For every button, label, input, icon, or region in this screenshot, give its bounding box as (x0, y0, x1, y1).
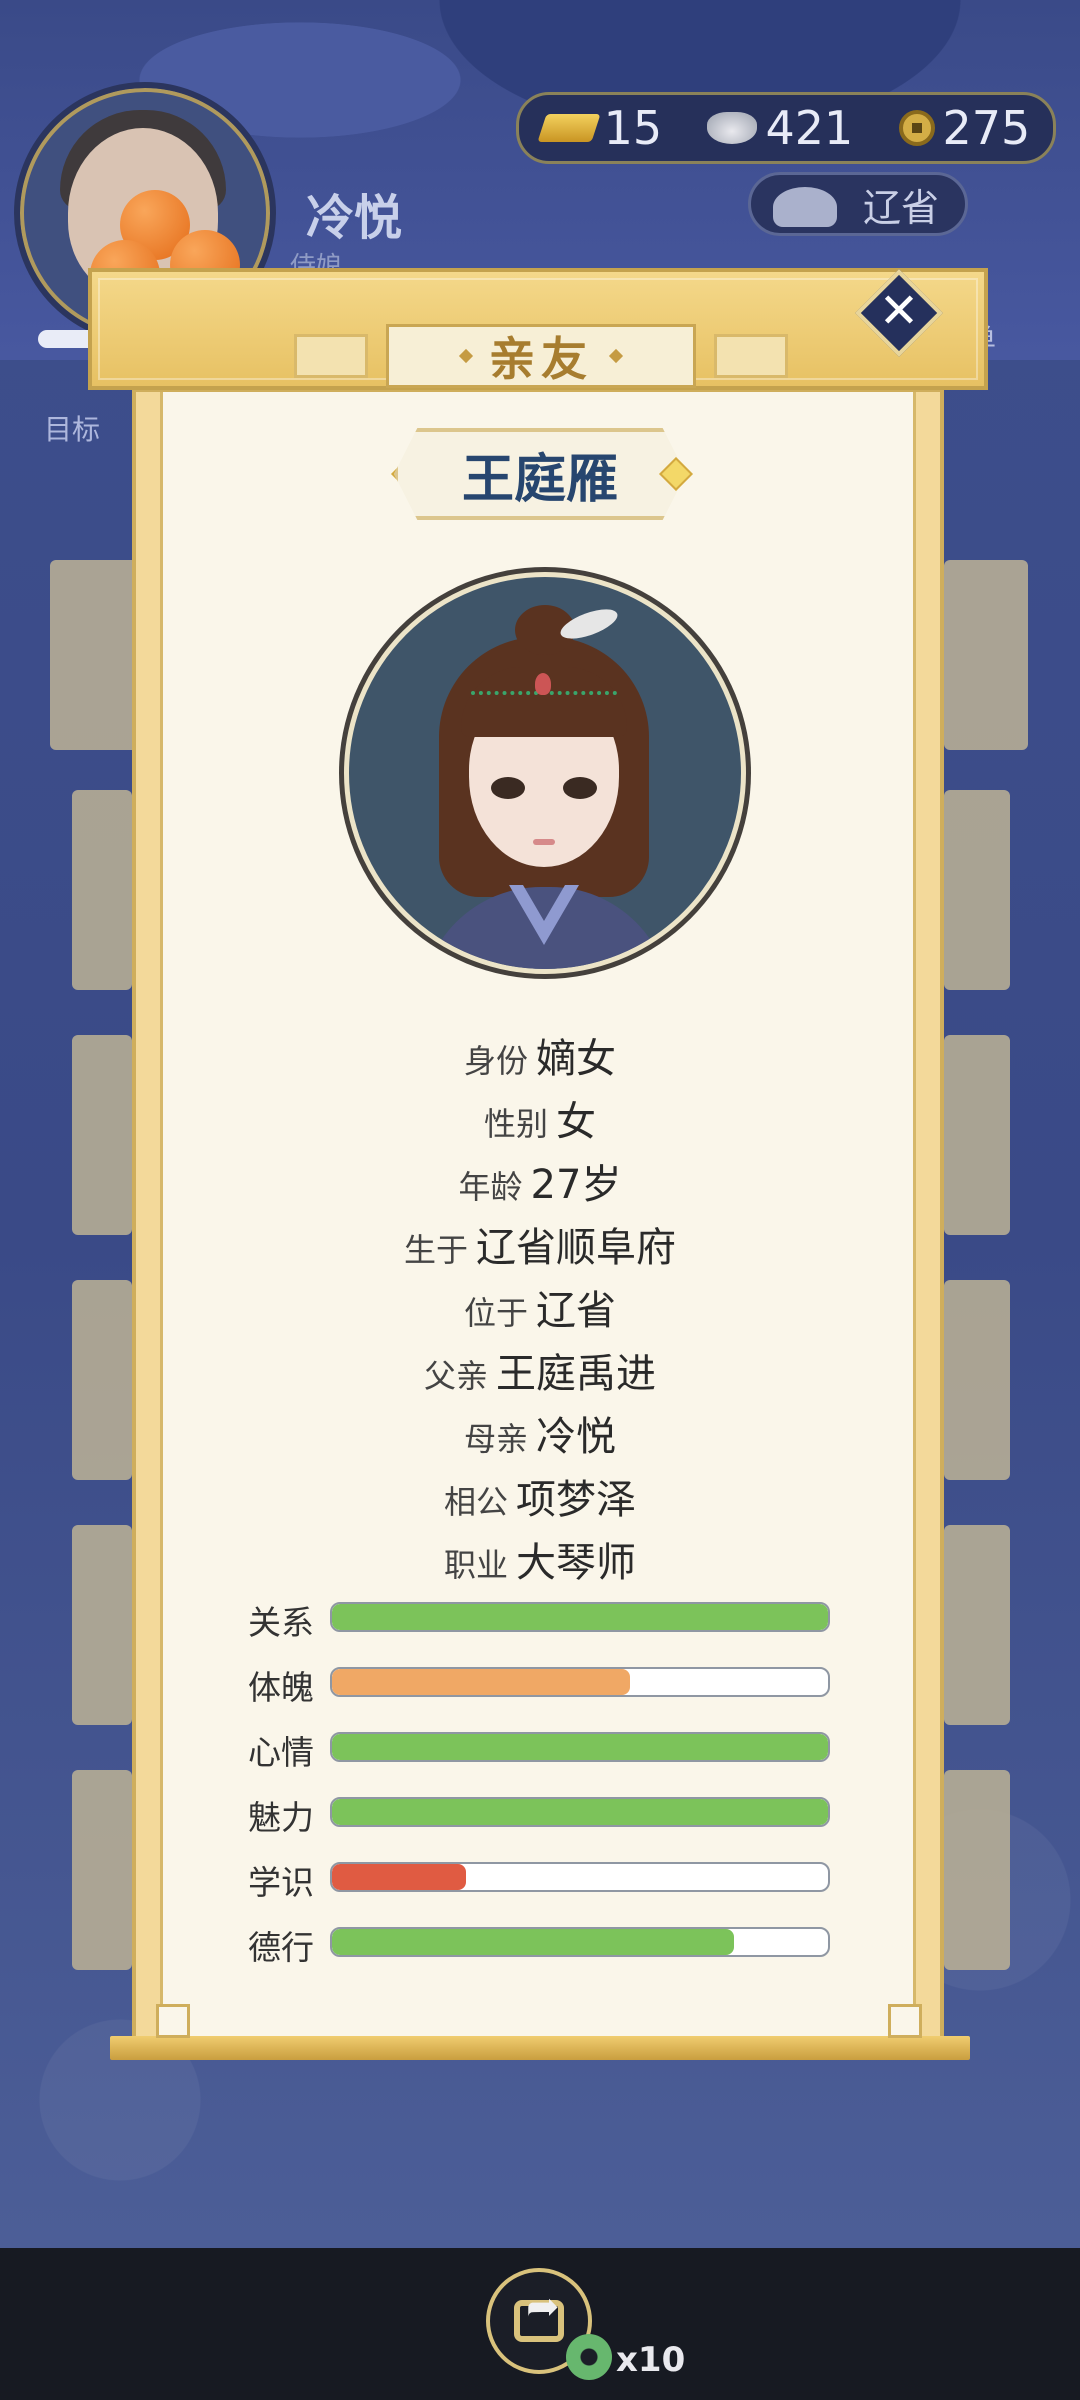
stat-charm: 魅力 (248, 1797, 832, 1837)
silver-ingot-icon (707, 112, 758, 144)
info-gender: 性别女 (483, 1099, 596, 1145)
stat-mood: 心情 (248, 1732, 832, 1772)
dialog-title-text: 亲友 (489, 332, 593, 386)
info-identity: 身份 嫡女 (463, 1036, 616, 1082)
info-location: 位于 辽省 (463, 1288, 616, 1334)
share-icon (514, 2284, 564, 2342)
corner-ornament (888, 2004, 922, 2038)
corner-ornament (156, 2004, 190, 2038)
currency-bar: 15 421 275 (516, 92, 1056, 164)
bg-card (944, 1770, 1010, 1970)
stat-physique: 体魄 (248, 1667, 832, 1707)
location-icon (773, 187, 837, 227)
coin-counter[interactable]: 275 (898, 101, 1031, 155)
silver-amount: 421 (765, 101, 854, 155)
info-father: 父亲 王庭禹进 (423, 1351, 656, 1397)
stat-virtue: 德行 (248, 1927, 832, 1967)
stat-knowledge: 学识 (248, 1862, 832, 1902)
info-birthplace: 生于 辽省顺阜府 (403, 1225, 676, 1271)
bg-card (944, 790, 1010, 990)
info-husband: 相公 项梦泽 (443, 1477, 636, 1523)
jade-reward-icon (566, 2334, 612, 2380)
gold-bar-icon (537, 114, 601, 142)
character-name: 王庭雁 (394, 428, 686, 520)
header-ornament (294, 334, 368, 378)
info-age: 年龄 27岁 (458, 1162, 622, 1208)
location-label: 辽省 (862, 185, 939, 230)
character-portrait (344, 572, 746, 974)
reward-multiplier: x10 (616, 2340, 686, 2380)
stat-bar (330, 1862, 830, 1892)
bg-card (72, 790, 132, 990)
gold-counter[interactable]: 15 (537, 101, 663, 155)
stat-bar (330, 1667, 830, 1697)
stat-relationship: 关系 (248, 1602, 832, 1642)
title-dot-icon (458, 348, 474, 364)
close-icon[interactable]: ✕ (868, 280, 930, 342)
goal-label[interactable]: 目标 (44, 408, 100, 448)
stat-bar (330, 1732, 830, 1762)
stat-bar (330, 1927, 830, 1957)
location-button[interactable]: 辽省 (748, 172, 968, 236)
info-occupation: 职业 大琴师 (443, 1540, 636, 1586)
silver-counter[interactable]: 421 (707, 101, 853, 155)
coin-amount: 275 (942, 101, 1031, 155)
bg-card (944, 560, 1028, 750)
header-ornament (714, 334, 788, 378)
player-name: 冷悦 (306, 190, 403, 246)
stat-bar (330, 1602, 830, 1632)
scroll-bottom-rod (110, 2036, 970, 2060)
gold-amount: 15 (603, 101, 663, 155)
stat-bar (330, 1797, 830, 1827)
info-mother: 母亲 冷悦 (463, 1414, 616, 1460)
bg-card (72, 1770, 132, 1970)
copper-coin-icon (898, 110, 935, 146)
title-dot-icon (608, 348, 624, 364)
dialog-title: 亲友 (386, 324, 696, 388)
